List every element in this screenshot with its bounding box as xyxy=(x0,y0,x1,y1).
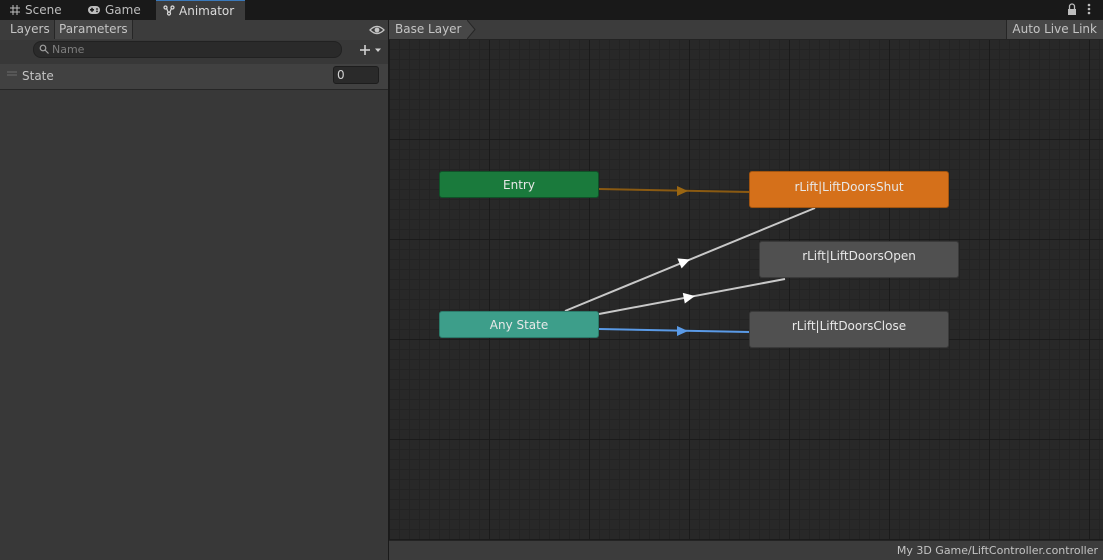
any-state-node[interactable]: Any State xyxy=(439,311,599,338)
editor-tab-bar: Scene Game Animator xyxy=(0,0,1103,20)
parameter-row[interactable]: State xyxy=(0,64,388,90)
graph-toolbar: Base Layer Auto Live Link xyxy=(389,20,1103,40)
search-field[interactable] xyxy=(33,41,342,58)
eye-icon[interactable] xyxy=(369,24,385,36)
search-icon xyxy=(39,44,49,54)
breadcrumb-base-layer[interactable]: Base Layer xyxy=(389,20,468,39)
controller-path: My 3D Game/LiftController.controller xyxy=(896,544,1098,557)
breadcrumb-arrow-icon xyxy=(467,20,476,39)
state-node-lift-doors-open[interactable]: rLift|LiftDoorsOpen xyxy=(759,241,959,278)
tab-parameters[interactable]: Parameters xyxy=(54,20,133,39)
drag-handle-icon[interactable] xyxy=(7,71,17,77)
kebab-menu-icon[interactable] xyxy=(1083,1,1095,17)
add-parameter-dropdown-icon[interactable] xyxy=(358,42,386,58)
search-row xyxy=(0,40,388,61)
tab-label: Animator xyxy=(179,4,235,18)
parameter-name: State xyxy=(22,69,54,83)
gamepad-icon xyxy=(88,6,100,14)
tab-animator[interactable]: Animator xyxy=(156,0,245,20)
left-panel-toolbar: Layers Parameters xyxy=(0,20,388,41)
tab-label: Scene xyxy=(25,3,62,17)
status-bar: My 3D Game/LiftController.controller xyxy=(389,540,1103,560)
parameters-panel: Layers Parameters State xyxy=(0,20,388,560)
tab-label: Game xyxy=(105,3,141,17)
state-node-lift-doors-close[interactable]: rLift|LiftDoorsClose xyxy=(749,311,949,348)
entry-node[interactable]: Entry xyxy=(439,171,599,198)
tab-layers[interactable]: Layers xyxy=(6,20,54,39)
grid-icon xyxy=(10,5,20,15)
auto-live-link-button[interactable]: Auto Live Link xyxy=(1006,20,1103,39)
tab-scene[interactable]: Scene xyxy=(9,0,62,20)
tab-game[interactable]: Game xyxy=(87,0,141,20)
state-machine-graph[interactable] xyxy=(389,20,1103,540)
animator-icon xyxy=(163,5,175,16)
parameter-value-field[interactable] xyxy=(333,66,379,84)
state-node-lift-doors-shut[interactable]: rLift|LiftDoorsShut xyxy=(749,171,949,208)
search-input[interactable] xyxy=(52,42,332,57)
lock-icon[interactable] xyxy=(1066,1,1078,17)
